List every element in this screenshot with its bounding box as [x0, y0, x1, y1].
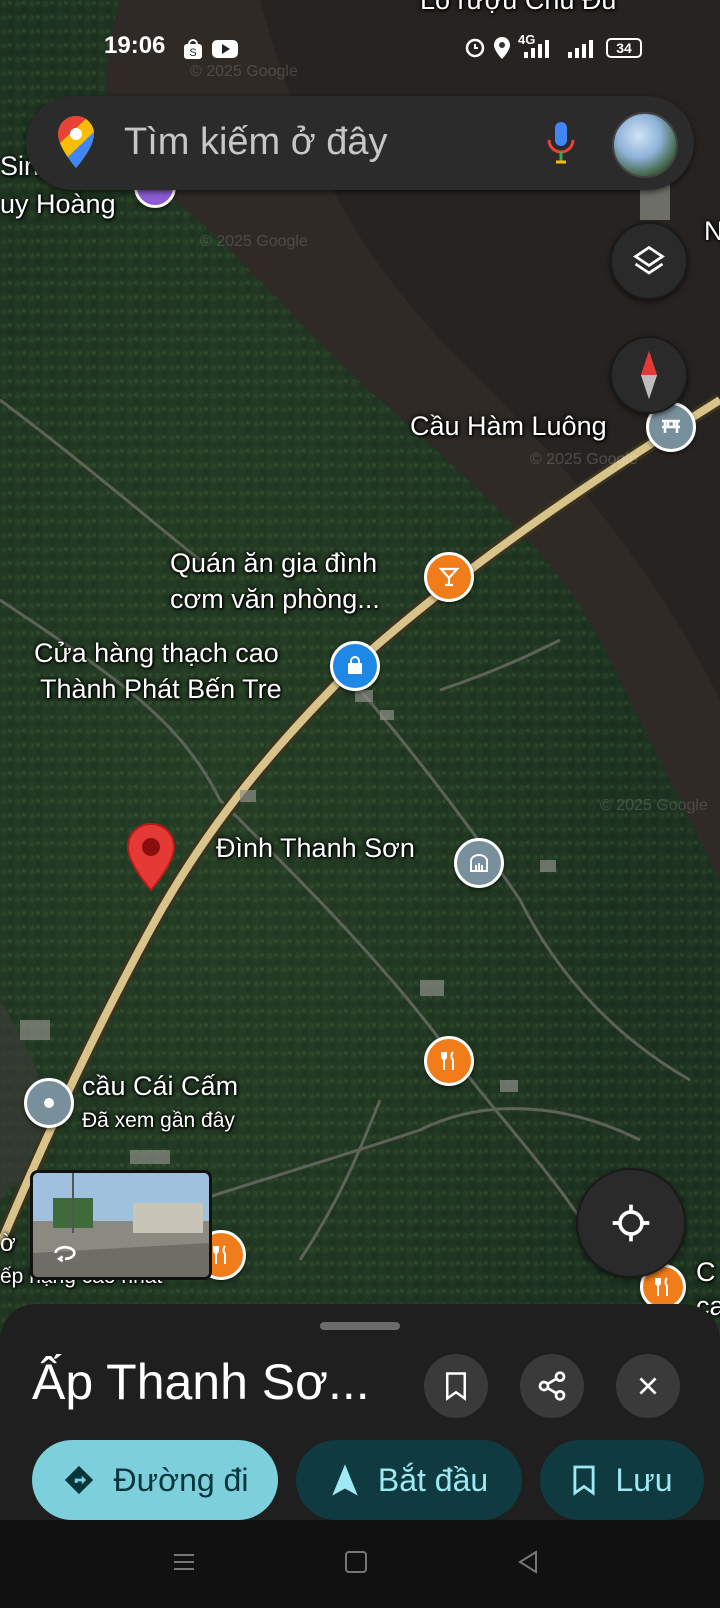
my-location-button[interactable]: [576, 1168, 686, 1278]
compass-icon: [640, 350, 658, 400]
share-button[interactable]: [520, 1354, 584, 1418]
bridge-icon: [662, 419, 680, 433]
temple-marker[interactable]: [454, 838, 504, 888]
signal-icon: [568, 40, 593, 58]
recent-place-marker[interactable]: [24, 1078, 74, 1128]
save-label: Lưu: [615, 1461, 673, 1498]
fork-knife-icon: [213, 1245, 226, 1264]
map-watermark: © 2025 Google: [530, 451, 638, 468]
search-bar[interactable]: Tìm kiếm ở đây: [26, 96, 694, 190]
place-label-recently-viewed[interactable]: Đã xem gần đây: [82, 1108, 235, 1134]
start-label: Bắt đầu: [377, 1461, 489, 1498]
sheet-drag-handle[interactable]: [320, 1322, 400, 1330]
google-maps-pin-icon: [58, 116, 94, 168]
alarm-icon: [465, 38, 485, 58]
bookmark-icon: [446, 1372, 466, 1401]
mic-icon[interactable]: [546, 120, 576, 166]
place-bottom-sheet[interactable]: Ấp Thanh Sơ... Đường đi Bắt đầu Lưu: [0, 1304, 720, 1520]
bar-marker[interactable]: [424, 552, 474, 602]
svg-text:S: S: [189, 47, 196, 59]
status-bar: 19:06 S 4G 34: [0, 0, 720, 90]
status-time: 19:06: [104, 32, 166, 59]
fork-knife-icon: [441, 1051, 454, 1070]
back-icon[interactable]: [516, 1550, 540, 1574]
menu-icon[interactable]: [172, 1550, 196, 1574]
map-pin-icon: [126, 822, 176, 892]
search-placeholder[interactable]: Tìm kiếm ở đây: [124, 118, 388, 166]
save-icon-button[interactable]: [424, 1354, 488, 1418]
shopping-bag-icon: [348, 656, 362, 674]
location-icon: [494, 37, 510, 59]
place-label-partial[interactable]: uy Hoàng: [0, 188, 116, 220]
save-button[interactable]: Lưu: [540, 1440, 704, 1520]
directions-icon: [64, 1465, 93, 1495]
selected-location-pin[interactable]: [126, 822, 176, 892]
my-location-icon: [612, 1204, 650, 1242]
system-nav-bar: [0, 1520, 720, 1608]
place-label-cau-ham-luong[interactable]: Cầu Hàm Luông: [410, 410, 607, 442]
home-icon[interactable]: [344, 1550, 368, 1574]
place-label-cua-hang[interactable]: Cửa hàng thạch cao: [34, 637, 279, 669]
place-label-partial[interactable]: C: [696, 1256, 716, 1288]
close-button[interactable]: [616, 1354, 680, 1418]
street-view-thumbnail[interactable]: [30, 1170, 212, 1280]
shopee-icon: S: [184, 39, 202, 59]
dot-icon: [44, 1098, 54, 1108]
place-label-partial[interactable]: N: [704, 215, 720, 247]
shop-marker[interactable]: [330, 641, 380, 691]
place-title: Ấp Thanh Sơ...: [32, 1354, 370, 1410]
restaurant-marker[interactable]: [424, 1036, 474, 1086]
battery-level: 34: [616, 40, 632, 56]
battery-icon: 34: [606, 38, 642, 58]
temple-icon: [470, 854, 488, 872]
place-label-quan-an-line2[interactable]: cơm văn phòng...: [170, 583, 380, 615]
compass-button[interactable]: [610, 336, 688, 414]
layers-button[interactable]: [610, 222, 688, 300]
avatar[interactable]: [612, 112, 678, 178]
layers-icon: [633, 245, 665, 275]
youtube-icon: [212, 40, 238, 58]
rotate-360-icon: [54, 1245, 76, 1263]
signal-icon: [524, 40, 549, 58]
navigation-arrow-icon: [332, 1464, 358, 1496]
close-icon: [639, 1377, 657, 1395]
directions-button[interactable]: Đường đi: [32, 1440, 278, 1520]
place-label-cau-cai-cam[interactable]: cầu Cái Cấm: [82, 1070, 238, 1102]
place-label-cua-hang-line2[interactable]: Thành Phát Bến Tre: [40, 673, 282, 705]
place-label-partial[interactable]: ờ: [0, 1228, 16, 1260]
place-label-quan-an[interactable]: Quán ăn gia đình: [170, 547, 377, 579]
bookmark-icon: [573, 1465, 596, 1496]
cocktail-icon: [438, 567, 460, 587]
share-icon: [538, 1371, 566, 1401]
map-watermark: © 2025 Google: [200, 233, 308, 250]
fork-knife-icon: [655, 1277, 668, 1296]
map-watermark: © 2025 Google: [600, 797, 708, 814]
start-button[interactable]: Bắt đầu: [296, 1440, 522, 1520]
place-label-dinh-thanh-son[interactable]: Đình Thanh Sơn: [216, 832, 415, 864]
directions-label: Đường đi: [113, 1461, 249, 1498]
